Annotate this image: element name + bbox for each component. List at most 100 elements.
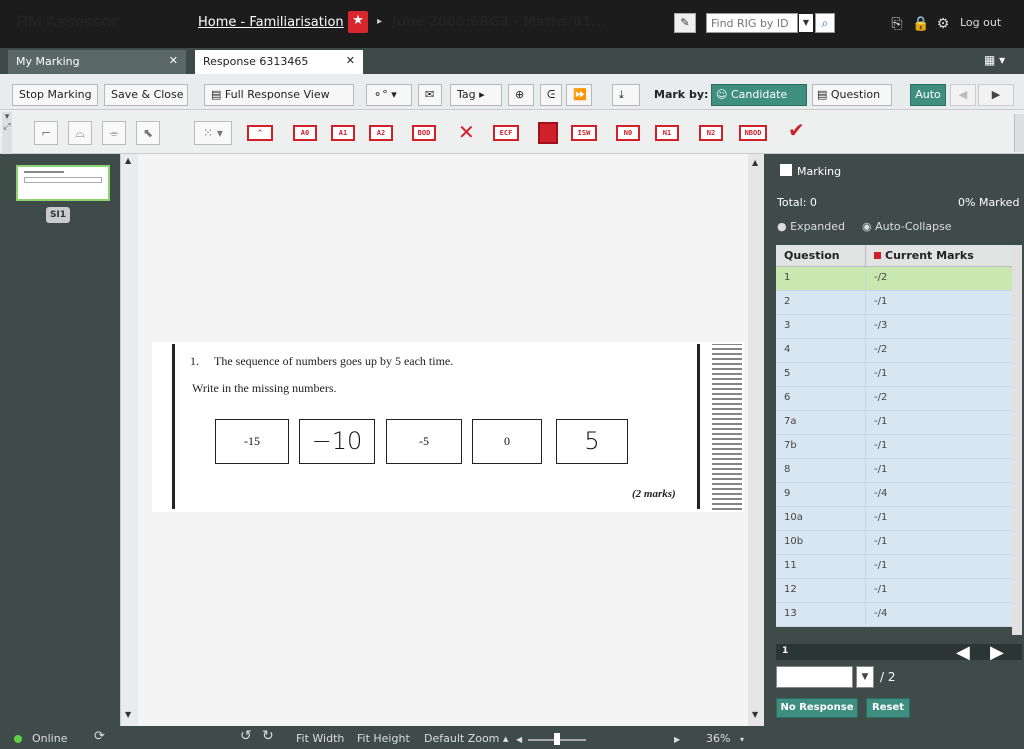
stamp-n2[interactable]: N2 [699, 125, 723, 141]
no-response-button[interactable]: No Response [776, 698, 858, 718]
find-rig-input[interactable] [706, 13, 798, 33]
scroll-down-icon[interactable]: ▼ [752, 710, 758, 719]
column-header-marks[interactable]: Current Marks [866, 245, 982, 266]
fit-width-button[interactable]: Fit Width [296, 732, 344, 745]
question-row[interactable]: 11 -/1 [776, 555, 1012, 579]
auto-button[interactable]: Auto [910, 84, 946, 106]
stamp-a2[interactable]: A2 [369, 125, 393, 141]
gear-icon[interactable]: ⚙ [934, 15, 952, 33]
stamp-n1[interactable]: N1 [655, 125, 679, 141]
viewer-scrollbar[interactable]: ▲ ▼ [748, 154, 764, 726]
pointer-icon[interactable]: ⬉ [136, 121, 160, 145]
question-row[interactable]: 10b -/1 [776, 531, 1012, 555]
pen-icon[interactable]: ✎ [674, 13, 696, 33]
question-id: 12 [776, 579, 866, 602]
question-row[interactable]: 2 -/1 [776, 291, 1012, 315]
logout-link[interactable]: Log out [960, 16, 1001, 29]
mark-input[interactable] [776, 666, 853, 688]
save-close-button[interactable]: Save & Close [104, 84, 188, 106]
next-icon[interactable]: ▶ [978, 84, 1014, 106]
tab-response[interactable]: Response 6313465 ✕ [195, 50, 363, 74]
expand-icon[interactable]: ▾ ⤢ [2, 112, 12, 154]
mark-by-question-button[interactable]: ▤ Question [812, 84, 892, 106]
download-icon[interactable]: ⤓ [612, 84, 640, 106]
comment-icon[interactable]: ᕮ [540, 84, 562, 106]
previous-question-icon[interactable]: ◀ [956, 642, 970, 663]
zoom-in-icon[interactable]: ▶ [674, 735, 680, 744]
stamp-a0[interactable]: A0 [293, 125, 317, 141]
mark-by-candidate-button[interactable]: ☺ Candidate [711, 84, 807, 106]
zoom-dropdown-icon[interactable]: ▾ [740, 735, 744, 744]
stamp-bod[interactable]: BOD [412, 125, 436, 141]
page-border [697, 344, 700, 509]
question-row[interactable]: 7b -/1 [776, 435, 1012, 459]
scroll-up-icon[interactable]: ▲ [752, 158, 758, 167]
colour-picker-icon[interactable]: ⁙ ▾ [194, 121, 232, 145]
question-row[interactable]: 7a -/1 [776, 411, 1012, 435]
zoom-icon[interactable]: ⌓ [68, 121, 92, 145]
lock-icon[interactable]: 🔒 [912, 15, 930, 33]
toolbar-scroll[interactable] [1014, 114, 1024, 152]
rotate-left-icon[interactable]: ↺ [240, 728, 252, 744]
table-scrollbar[interactable] [1012, 245, 1022, 635]
block-stamp-icon[interactable] [538, 122, 558, 144]
forward-icon[interactable]: ⏩ [566, 84, 592, 106]
grid-menu-icon[interactable]: ▦ ▾ [984, 53, 1005, 67]
refresh-icon[interactable]: ⟳ [94, 729, 105, 744]
question-marks: -/1 [874, 512, 888, 523]
question-row[interactable]: 12 -/1 [776, 579, 1012, 603]
mark-dropdown-icon[interactable]: ▼ [856, 666, 874, 688]
question-row[interactable]: 10a -/1 [776, 507, 1012, 531]
question-row[interactable]: 3 -/3 [776, 315, 1012, 339]
question-id: 11 [776, 555, 866, 578]
message-icon[interactable]: ✉ [418, 84, 442, 106]
stamp-a1[interactable]: A1 [331, 125, 355, 141]
column-header-question[interactable]: Question [776, 245, 866, 266]
scroll-up-icon[interactable]: ▲ [125, 156, 131, 165]
left-scrollbar[interactable]: ▲ ▼ [120, 154, 138, 726]
stamp-isw[interactable]: ISW [571, 125, 597, 141]
stop-marking-button[interactable]: Stop Marking [12, 84, 98, 106]
options-dropdown[interactable]: ⚬° ▾ [366, 84, 412, 106]
question-row[interactable]: 13 -/4 [776, 603, 1012, 627]
tab-my-marking[interactable]: My Marking ✕ [8, 50, 186, 74]
next-question-icon[interactable]: ▶ [990, 642, 1004, 663]
zoom-out-icon[interactable]: ◀ [516, 735, 522, 744]
tag-dropdown[interactable]: Tag ▸ [450, 84, 502, 106]
default-zoom-button[interactable]: Default Zoom ▴ [424, 732, 508, 745]
auto-collapse-radio[interactable]: ◉ Auto-Collapse [862, 220, 952, 233]
find-dropdown-icon[interactable]: ▼ [799, 14, 813, 32]
question-row[interactable]: 8 -/1 [776, 459, 1012, 483]
fit-height-button[interactable]: Fit Height [357, 732, 410, 745]
expanded-radio[interactable]: ● Expanded [777, 220, 845, 233]
answer-box: 5 [556, 419, 628, 464]
search-icon[interactable]: ⌕ [815, 13, 835, 33]
rotate-right-icon[interactable]: ↻ [262, 728, 274, 744]
question-row[interactable]: 4 -/2 [776, 339, 1012, 363]
stamp-nbod[interactable]: NBOD [739, 125, 767, 141]
ruler-icon[interactable]: ⌯ [102, 121, 126, 145]
tick-icon[interactable]: ✔ [788, 118, 805, 142]
star-icon[interactable]: ★ [348, 11, 368, 33]
scroll-down-icon[interactable]: ▼ [125, 710, 131, 719]
zoom-slider-handle[interactable] [554, 733, 560, 745]
home-link[interactable]: Home - Familiarisation [198, 15, 344, 30]
exception-icon[interactable]: ⊕ [508, 84, 534, 106]
question-row[interactable]: 1 -/2 [776, 267, 1012, 291]
highlighter-icon[interactable]: ⌐ [34, 121, 58, 145]
stamp-ecf[interactable]: ECF [493, 125, 519, 141]
previous-icon[interactable]: ◀ [950, 84, 976, 106]
radio-selected-icon: ◉ [862, 220, 876, 233]
close-icon[interactable]: ✕ [346, 54, 355, 67]
cross-icon[interactable]: ✕ [458, 120, 475, 144]
close-icon[interactable]: ✕ [169, 54, 178, 67]
stamp-n0[interactable]: N0 [616, 125, 640, 141]
question-row[interactable]: 9 -/4 [776, 483, 1012, 507]
reset-button[interactable]: Reset [866, 698, 910, 718]
question-row[interactable]: 5 -/1 [776, 363, 1012, 387]
stamp-caret[interactable]: ^ [247, 125, 273, 141]
exit-icon[interactable]: ⎘ [888, 15, 906, 33]
question-row[interactable]: 6 -/2 [776, 387, 1012, 411]
full-response-view-button[interactable]: ▤ Full Response View [204, 84, 354, 106]
page-thumbnail[interactable] [16, 165, 110, 201]
